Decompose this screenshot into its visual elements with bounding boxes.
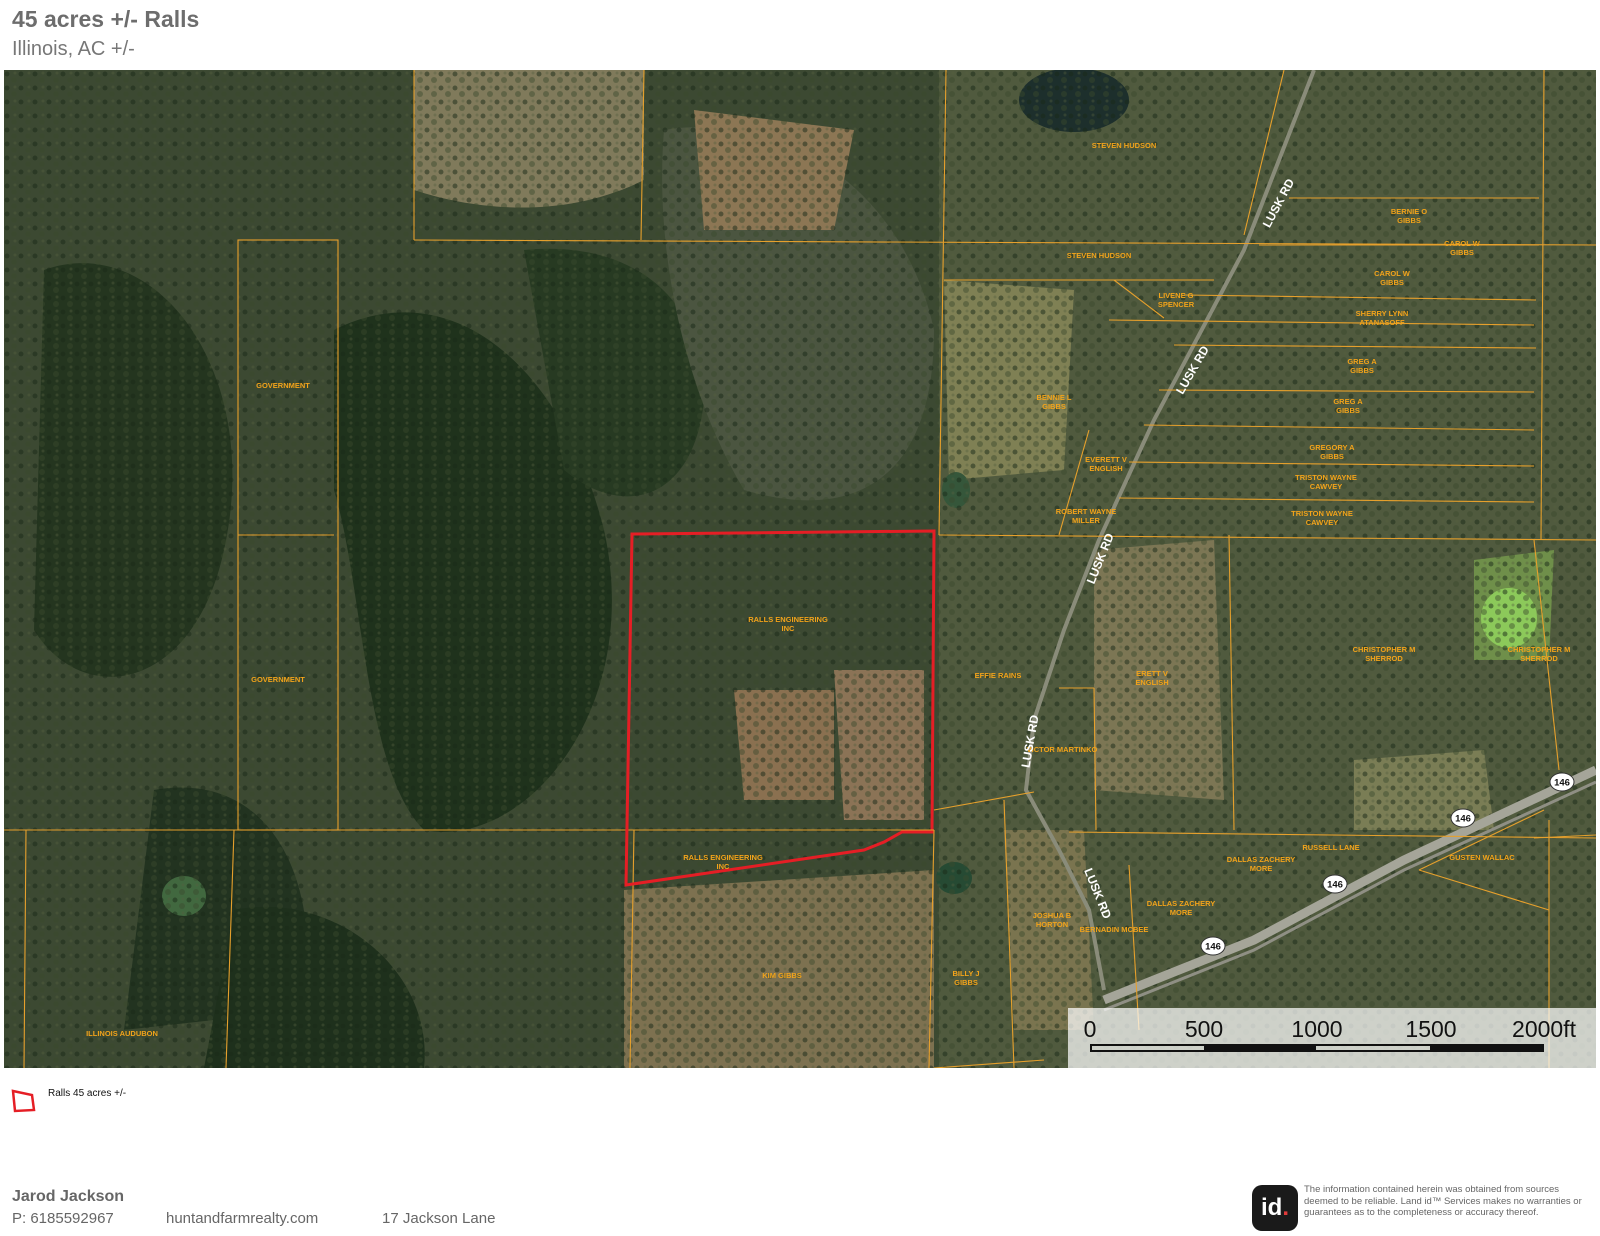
parcel-owner-label: STEVEN HUDSON	[1092, 141, 1157, 150]
parcel-owner-label: GREG A GIBBS	[1347, 357, 1377, 375]
parcel-owner-label: GREG A GIBBS	[1333, 397, 1363, 415]
parcel-owner-label: KIM GIBBS	[762, 971, 802, 980]
highway-shield: 146	[1200, 936, 1226, 956]
parcel-owner-label: STEVEN HUDSON	[1067, 251, 1132, 260]
parcel-owner-label: VICTOR MARTINKO	[1027, 745, 1098, 754]
parcel-owner-label: EFFIE RAINS	[975, 671, 1022, 680]
parcel-owner-label: ERETT V ENGLISH	[1135, 669, 1168, 687]
highway-number: 146	[1554, 778, 1570, 789]
disclaimer-text: The information contained herein was obt…	[1304, 1184, 1582, 1218]
highway-shield: 146	[1322, 874, 1348, 894]
agent-name: Jarod Jackson	[12, 1188, 125, 1205]
parcel-owner-label: GOVERNMENT	[256, 381, 310, 390]
highway-shield: 146	[1450, 808, 1476, 828]
highway-number: 146	[1327, 880, 1343, 891]
scale-bar: 0 500 1000 1500 2000ft	[1068, 1008, 1596, 1068]
scale-segment	[1430, 1046, 1542, 1050]
scale-label: 1500	[1405, 1016, 1457, 1042]
parcel-owner-label: GOVERNMENT	[251, 675, 305, 684]
parcel-owner-label: LIVENE G SPENCER	[1158, 291, 1195, 309]
boundary-legend-icon	[11, 1089, 36, 1113]
parcel-owner-label: RUSSELL LANE	[1302, 843, 1359, 852]
map-title: 45 acres +/- Ralls	[12, 6, 200, 32]
highway-number: 146	[1455, 814, 1471, 825]
agent-phone[interactable]: P: 6185592967	[12, 1210, 114, 1227]
agent-address: 17 Jackson Lane	[382, 1210, 496, 1227]
aerial-map[interactable]: STEVEN HUDSONSTEVEN HUDSONBERNIE O GIBBSC…	[4, 70, 1596, 1068]
land-id-logo: id.	[1252, 1185, 1298, 1231]
highway-shield: 146	[1549, 772, 1575, 792]
agent-website[interactable]: huntandfarmrealty.com	[166, 1210, 318, 1227]
scale-label: 500	[1184, 1016, 1224, 1042]
parcel-owner-label: EVERETT V ENGLISH	[1085, 455, 1127, 473]
parcel-owner-label: GUSTEN WALLAC	[1449, 853, 1515, 862]
scale-segment	[1204, 1046, 1316, 1050]
parcel-owner-label: SHERRY LYNN ATANASOFF	[1356, 309, 1409, 327]
scale-label: 0	[1083, 1016, 1097, 1042]
parcel-owner-label: ILLINOIS AUDUBON	[86, 1029, 158, 1038]
scale-label: 1000	[1291, 1016, 1343, 1042]
parcel-owner-label: BERNADIN MCBEE	[1080, 925, 1149, 934]
highway-number: 146	[1205, 942, 1221, 953]
scale-label: 2000ft	[1512, 1016, 1576, 1042]
scale-bar-track	[1090, 1044, 1544, 1052]
parcel-owner-label: BILLY J GIBBS	[952, 969, 979, 987]
legend-label: Ralls 45 acres +/-	[48, 1088, 127, 1099]
map-subtitle: Illinois, AC +/-	[12, 38, 135, 60]
parcel-owner-label: JOSHUA B HORTON	[1033, 911, 1072, 929]
